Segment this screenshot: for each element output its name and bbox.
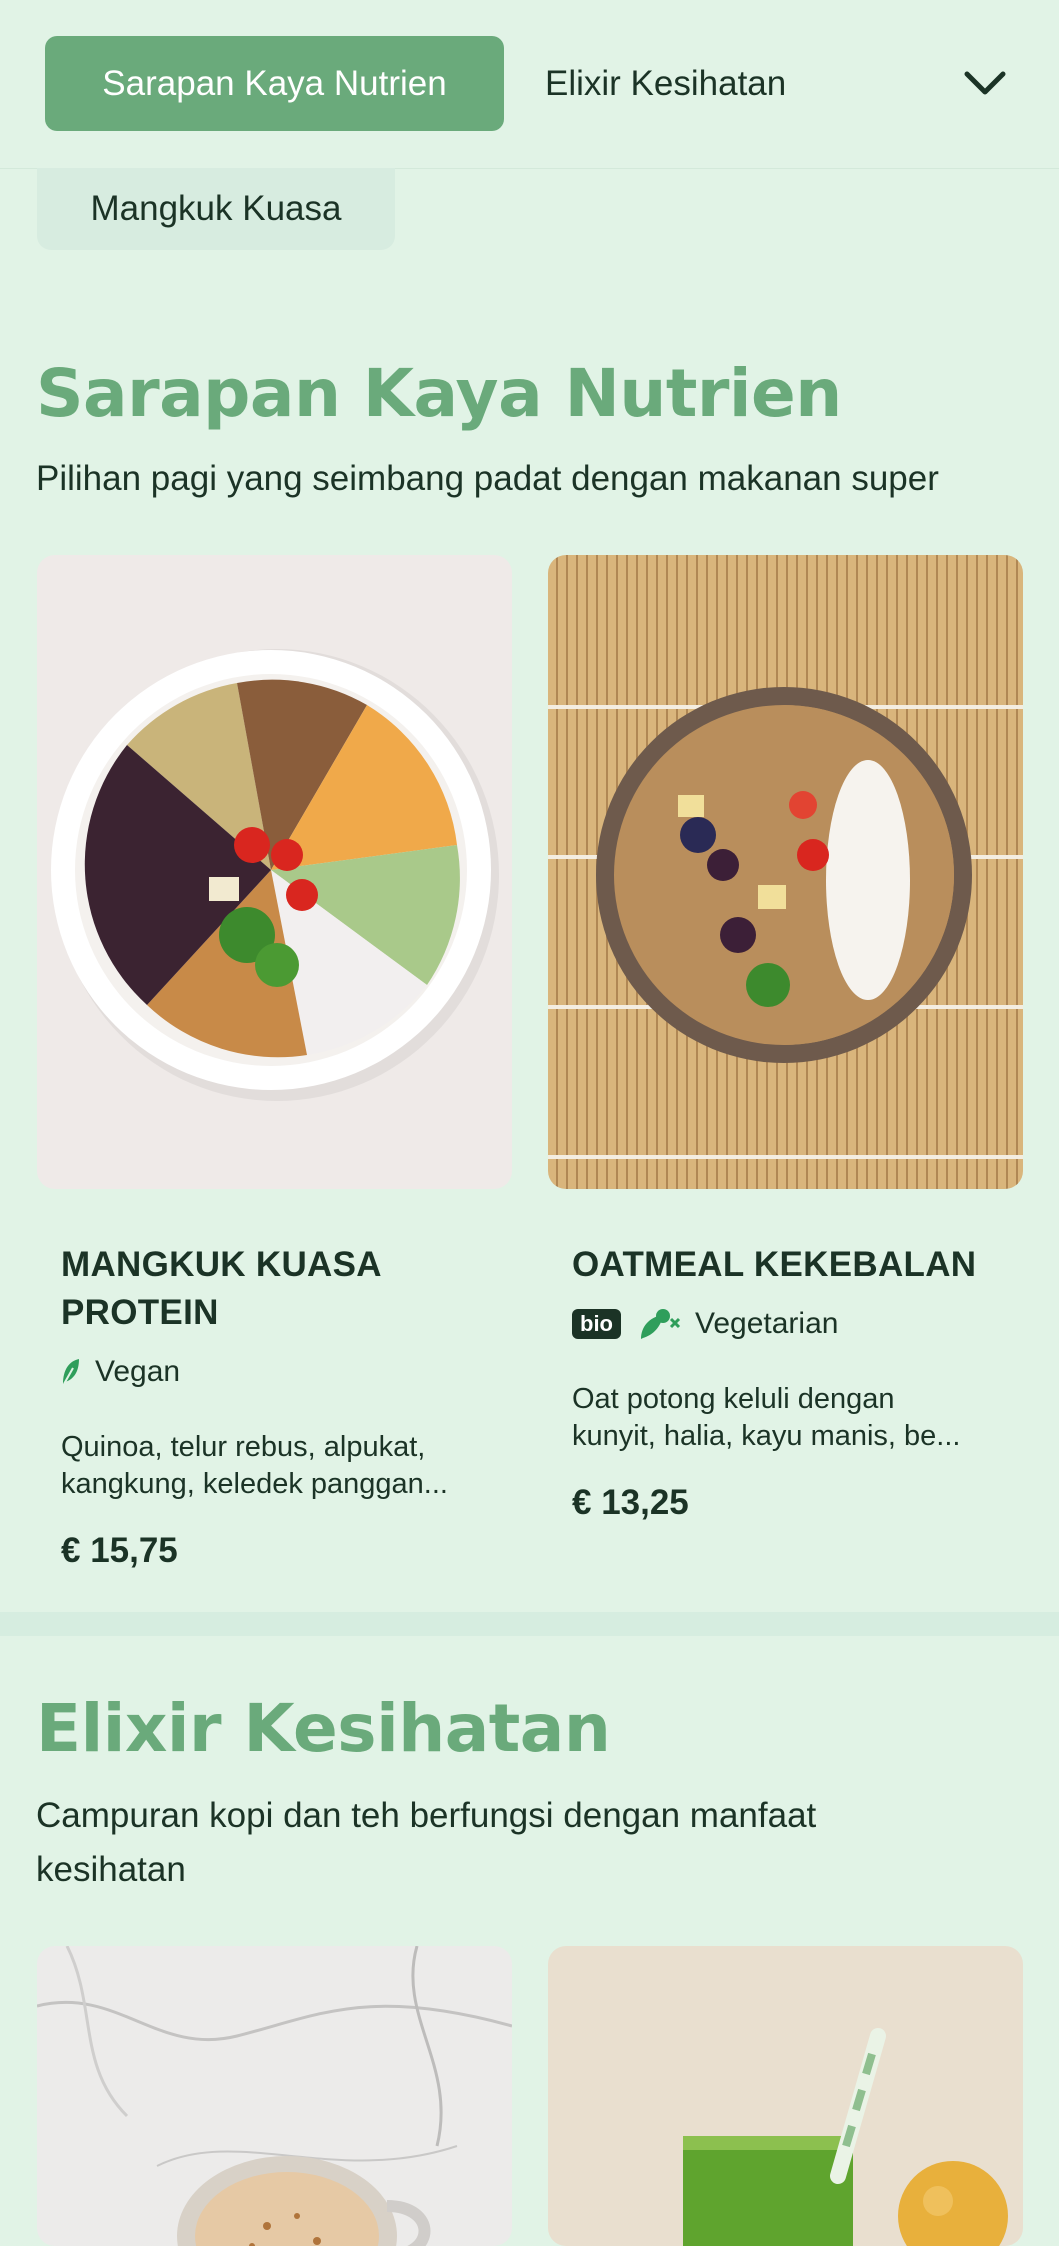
leaf-icon — [61, 1358, 81, 1386]
menu-card-title: OATMEAL KEKEBALAN — [572, 1245, 977, 1284]
section-subtitle-breakfast: Pilihan pagi yang seimbang padat dengan … — [36, 459, 939, 498]
section-subtitle-elixirs: Campuran kopi dan teh berfungsi dengan m… — [36, 1789, 1026, 1897]
menu-card-green-juice[interactable] — [548, 1946, 1023, 2246]
section-title-breakfast: Sarapan Kaya Nutrien — [36, 355, 842, 432]
spiced-latte-photo — [37, 1946, 512, 2246]
section-divider — [0, 1612, 1059, 1636]
description-line: Quinoa, telur rebus, alpukat, — [61, 1431, 426, 1463]
description-line: Oat potong keluli dengan — [572, 1383, 895, 1415]
subtitle-line: kesihatan — [36, 1850, 186, 1889]
menu-card-spiced-latte[interactable] — [37, 1946, 512, 2246]
diet-tag-label: Vegetarian — [695, 1307, 839, 1340]
diet-tag: bio Vegetarian — [572, 1303, 999, 1345]
menu-card-price: € 15,75 — [61, 1531, 178, 1570]
protein-power-bowl-photo — [37, 555, 512, 1189]
menu-card-description: Quinoa, telur rebus, alpukat, kangkung, … — [61, 1429, 488, 1503]
menu-card-price: € 13,25 — [572, 1483, 689, 1522]
menu-card-immunity-oatmeal[interactable]: OATMEAL KEKEBALAN bio Vegetarian Oat pot… — [548, 555, 1023, 1523]
vegetarian-icon — [637, 1307, 681, 1341]
green-juice-photo — [548, 1946, 1023, 2246]
chevron-down-icon[interactable] — [955, 58, 1015, 108]
menu-card-title-line2: PROTEIN — [61, 1293, 219, 1332]
category-chip-power-bowls[interactable]: Mangkuk Kuasa — [37, 168, 395, 250]
diet-tag: Vegan — [61, 1351, 488, 1393]
category-nav: Sarapan Kaya Nutrien Elixir Kesihatan — [0, 0, 1059, 169]
diet-tag-label: Vegan — [95, 1355, 181, 1388]
menu-card-description: Oat potong keluli dengan kunyit, halia, … — [572, 1381, 999, 1455]
subtitle-line: Campuran kopi dan teh berfungsi dengan m… — [36, 1796, 817, 1835]
immunity-oatmeal-photo — [548, 555, 1023, 1189]
description-line: kunyit, halia, kayu manis, be... — [572, 1420, 961, 1452]
menu-card-title: MANGKUK KUASA — [61, 1245, 382, 1284]
bio-badge: bio — [572, 1309, 621, 1339]
category-chip-elixirs[interactable]: Elixir Kesihatan — [545, 36, 875, 131]
section-title-elixirs: Elixir Kesihatan — [36, 1690, 611, 1767]
menu-card-protein-bowl[interactable]: MANGKUK KUASA PROTEIN Vegan Quinoa, telu… — [37, 555, 512, 1571]
description-line: kangkung, keledek panggan... — [61, 1468, 448, 1500]
category-chip-breakfast[interactable]: Sarapan Kaya Nutrien — [45, 36, 504, 131]
